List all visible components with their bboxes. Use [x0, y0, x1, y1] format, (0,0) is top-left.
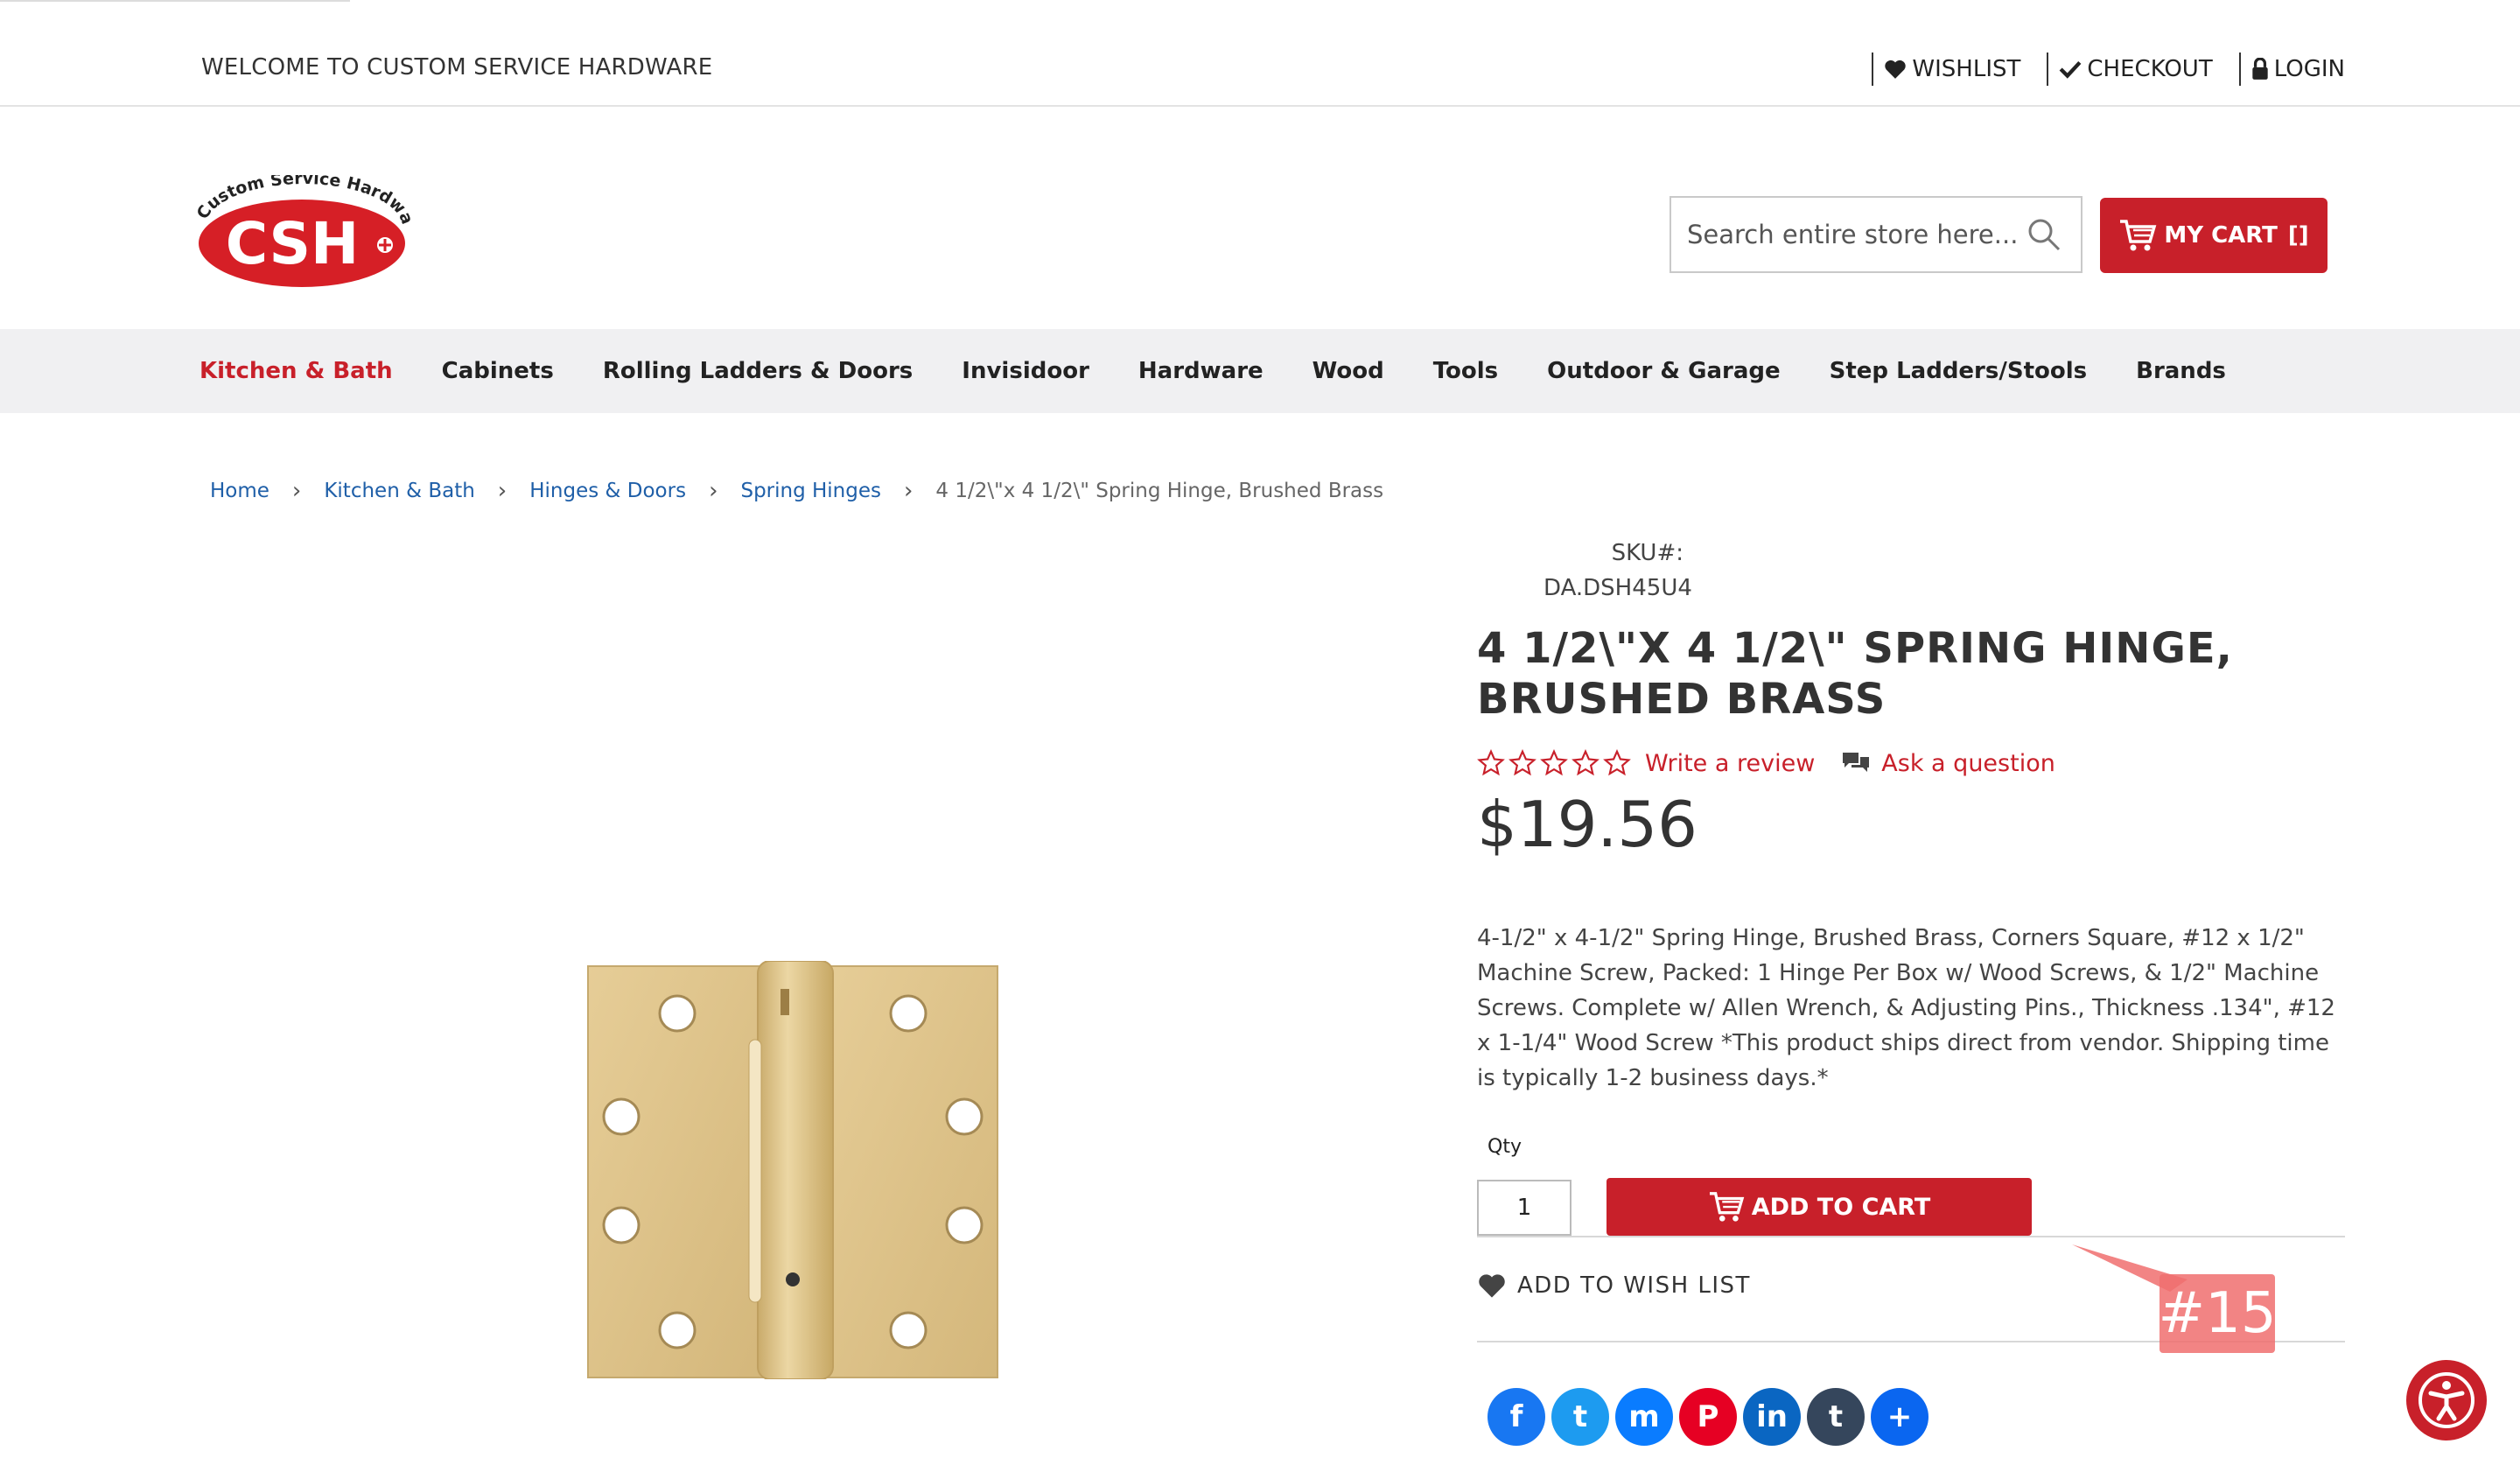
logo-text: CSH	[226, 210, 359, 277]
accessibility-button[interactable]	[2406, 1360, 2487, 1440]
checkmark-icon	[2060, 60, 2082, 79]
sku-label: SKU#:	[1611, 540, 1684, 566]
nav-item-tools[interactable]: Tools	[1433, 358, 1498, 384]
top-bar: WELCOME TO CUSTOM SERVICE HARDWARE WISHL…	[0, 0, 2520, 107]
star-icon	[1572, 749, 1600, 776]
add-to-cart-button[interactable]: ADD TO CART	[1606, 1178, 2032, 1236]
breadcrumb-spring-hinges[interactable]: Spring Hinges	[740, 480, 881, 502]
cart-label: MY CART	[2164, 222, 2278, 249]
search-icon[interactable]	[2026, 217, 2062, 252]
pinterest-icon[interactable]: P	[1679, 1388, 1737, 1446]
ask-question-label: Ask a question	[1881, 749, 2055, 777]
accessibility-icon	[2418, 1372, 2474, 1428]
nav-item-outdoor-garage[interactable]: Outdoor & Garage	[1547, 358, 1780, 384]
product-title: 4 1/2\"X 4 1/2\" SPRING HINGE, BRUSHED B…	[1477, 624, 2233, 724]
welcome-message: WELCOME TO CUSTOM SERVICE HARDWARE	[201, 54, 713, 81]
chevron-right-icon: ›	[291, 478, 302, 504]
my-cart-button[interactable]: MY CART []	[2100, 198, 2328, 273]
write-review-link[interactable]: Write a review	[1645, 750, 1815, 777]
star-icon	[1477, 749, 1505, 776]
chevron-right-icon: ›	[497, 478, 508, 504]
rating-stars[interactable]	[1477, 749, 1634, 777]
chevron-right-icon: ›	[709, 478, 718, 504]
sku: SKU#: DA.DSH45U4	[1544, 536, 1692, 606]
nav-item-hardware[interactable]: Hardware	[1138, 358, 1264, 384]
nav-item-brands[interactable]: Brands	[2136, 358, 2226, 384]
login-link[interactable]: LOGIN	[2238, 53, 2345, 86]
nav-item-rolling-ladders-doors[interactable]: Rolling Ladders & Doors	[603, 358, 913, 384]
share-more-icon[interactable]: +	[1871, 1388, 1928, 1446]
chat-bubbles-icon	[1843, 753, 1870, 772]
star-icon	[1508, 749, 1536, 776]
product-image[interactable]	[586, 960, 999, 1380]
heart-icon	[1479, 1274, 1505, 1298]
top-links: WISHLIST CHECKOUT LOGIN	[1845, 53, 2345, 86]
add-to-cart-label: ADD TO CART	[1751, 1193, 1931, 1221]
add-to-wishlist-label: ADD TO WISH LIST	[1517, 1272, 1751, 1299]
tumblr-icon[interactable]: t	[1807, 1388, 1865, 1446]
nav-item-step-ladders-stools[interactable]: Step Ladders/Stools	[1830, 358, 2087, 384]
breadcrumb-home[interactable]: Home	[210, 480, 270, 502]
ask-question-link[interactable]: Ask a question	[1841, 750, 2055, 777]
chevron-right-icon: ›	[904, 478, 914, 504]
star-icon	[1603, 749, 1631, 776]
facebook-icon[interactable]: f	[1488, 1388, 1545, 1446]
add-to-wishlist-link[interactable]: ADD TO WISH LIST	[1477, 1272, 1751, 1299]
linkedin-icon[interactable]: in	[1743, 1388, 1801, 1446]
cart-icon	[1709, 1192, 1744, 1222]
search-box	[1670, 196, 2082, 273]
twitter-icon[interactable]: t	[1551, 1388, 1609, 1446]
lock-icon	[2252, 58, 2268, 80]
product-price: $19.56	[1477, 788, 1698, 861]
checkout-link[interactable]: CHECKOUT	[2047, 53, 2213, 86]
nav-item-invisidoor[interactable]: Invisidoor	[962, 358, 1089, 384]
cart-icon	[2120, 220, 2157, 251]
breadcrumb-current: 4 1/2\"x 4 1/2\" Spring Hinge, Brushed B…	[935, 480, 1384, 502]
product-description: 4-1/2" x 4-1/2" Spring Hinge, Brushed Br…	[1477, 925, 2335, 1091]
social-share-bar: f t m Pin t +	[1488, 1388, 1935, 1446]
nav-item-wood[interactable]: Wood	[1312, 358, 1384, 384]
divider	[1477, 1236, 2345, 1237]
wishlist-label: WISHLIST	[1912, 56, 2021, 82]
annotation-marker: #15	[2158, 1274, 2277, 1353]
breadcrumb: Home › Kitchen & Bath › Hinges & Doors ›…	[210, 478, 1383, 504]
qty-label: Qty	[1488, 1136, 1522, 1158]
main-nav: Kitchen & Bath Cabinets Rolling Ladders & …	[0, 329, 2520, 413]
sku-value: DA.DSH45U4	[1544, 575, 1692, 601]
checkout-label: CHECKOUT	[2087, 56, 2213, 82]
nav-item-kitchen-bath[interactable]: Kitchen & Bath	[200, 358, 393, 384]
breadcrumb-hinges-doors[interactable]: Hinges & Doors	[529, 480, 686, 502]
heart-icon	[1885, 60, 1907, 79]
search-input[interactable]	[1671, 198, 2021, 271]
star-icon	[1540, 749, 1568, 776]
rating-row: Write a review Ask a question	[1477, 749, 2055, 777]
breadcrumb-kitchen-bath[interactable]: Kitchen & Bath	[324, 480, 474, 502]
qty-input[interactable]	[1477, 1180, 1572, 1236]
cart-count: []	[2287, 222, 2309, 249]
messenger-icon[interactable]: m	[1615, 1388, 1673, 1446]
login-label: LOGIN	[2273, 56, 2345, 82]
nav-item-cabinets[interactable]: Cabinets	[442, 358, 554, 384]
wishlist-link[interactable]: WISHLIST	[1872, 53, 2020, 86]
loading-bar	[0, 0, 350, 2]
site-logo[interactable]: Custom Service Hardware CSH	[189, 160, 417, 293]
